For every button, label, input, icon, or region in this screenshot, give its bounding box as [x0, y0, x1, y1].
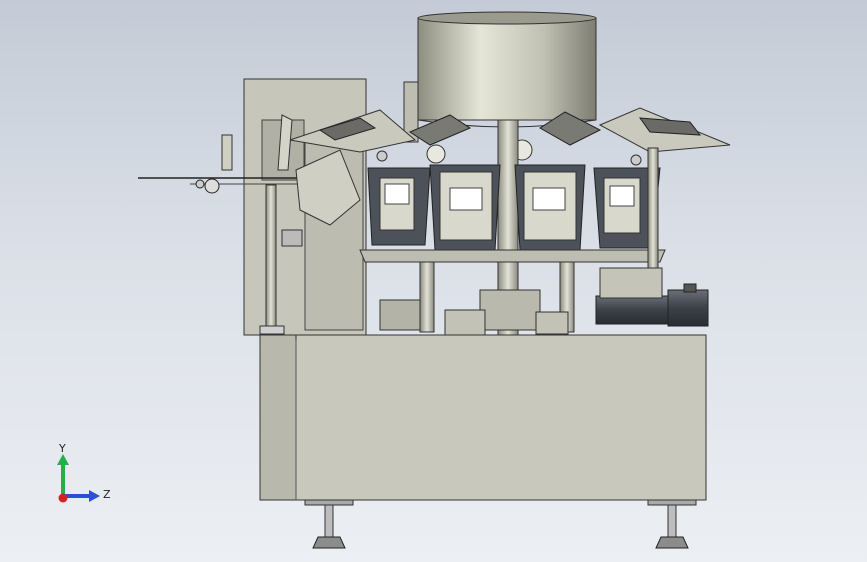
- z-axis-label: Z: [103, 488, 111, 501]
- orientation-triad: Y Z: [57, 442, 111, 503]
- drive-motor[interactable]: [595, 267, 709, 327]
- left-foot: [304, 499, 354, 549]
- machine-model[interactable]: [0, 0, 867, 562]
- right-foot: [647, 499, 697, 549]
- base-cabinet[interactable]: [259, 334, 707, 501]
- weigh-bucket-2[interactable]: [429, 164, 501, 251]
- cad-viewport[interactable]: Y Z: [0, 0, 867, 562]
- z-axis-arrow: [63, 490, 100, 502]
- weigh-bucket-3[interactable]: [514, 164, 586, 251]
- x-axis-origin: [58, 493, 68, 503]
- weigh-bucket-1[interactable]: [367, 167, 431, 246]
- y-axis-arrow: [57, 454, 69, 496]
- y-axis-label: Y: [58, 442, 66, 455]
